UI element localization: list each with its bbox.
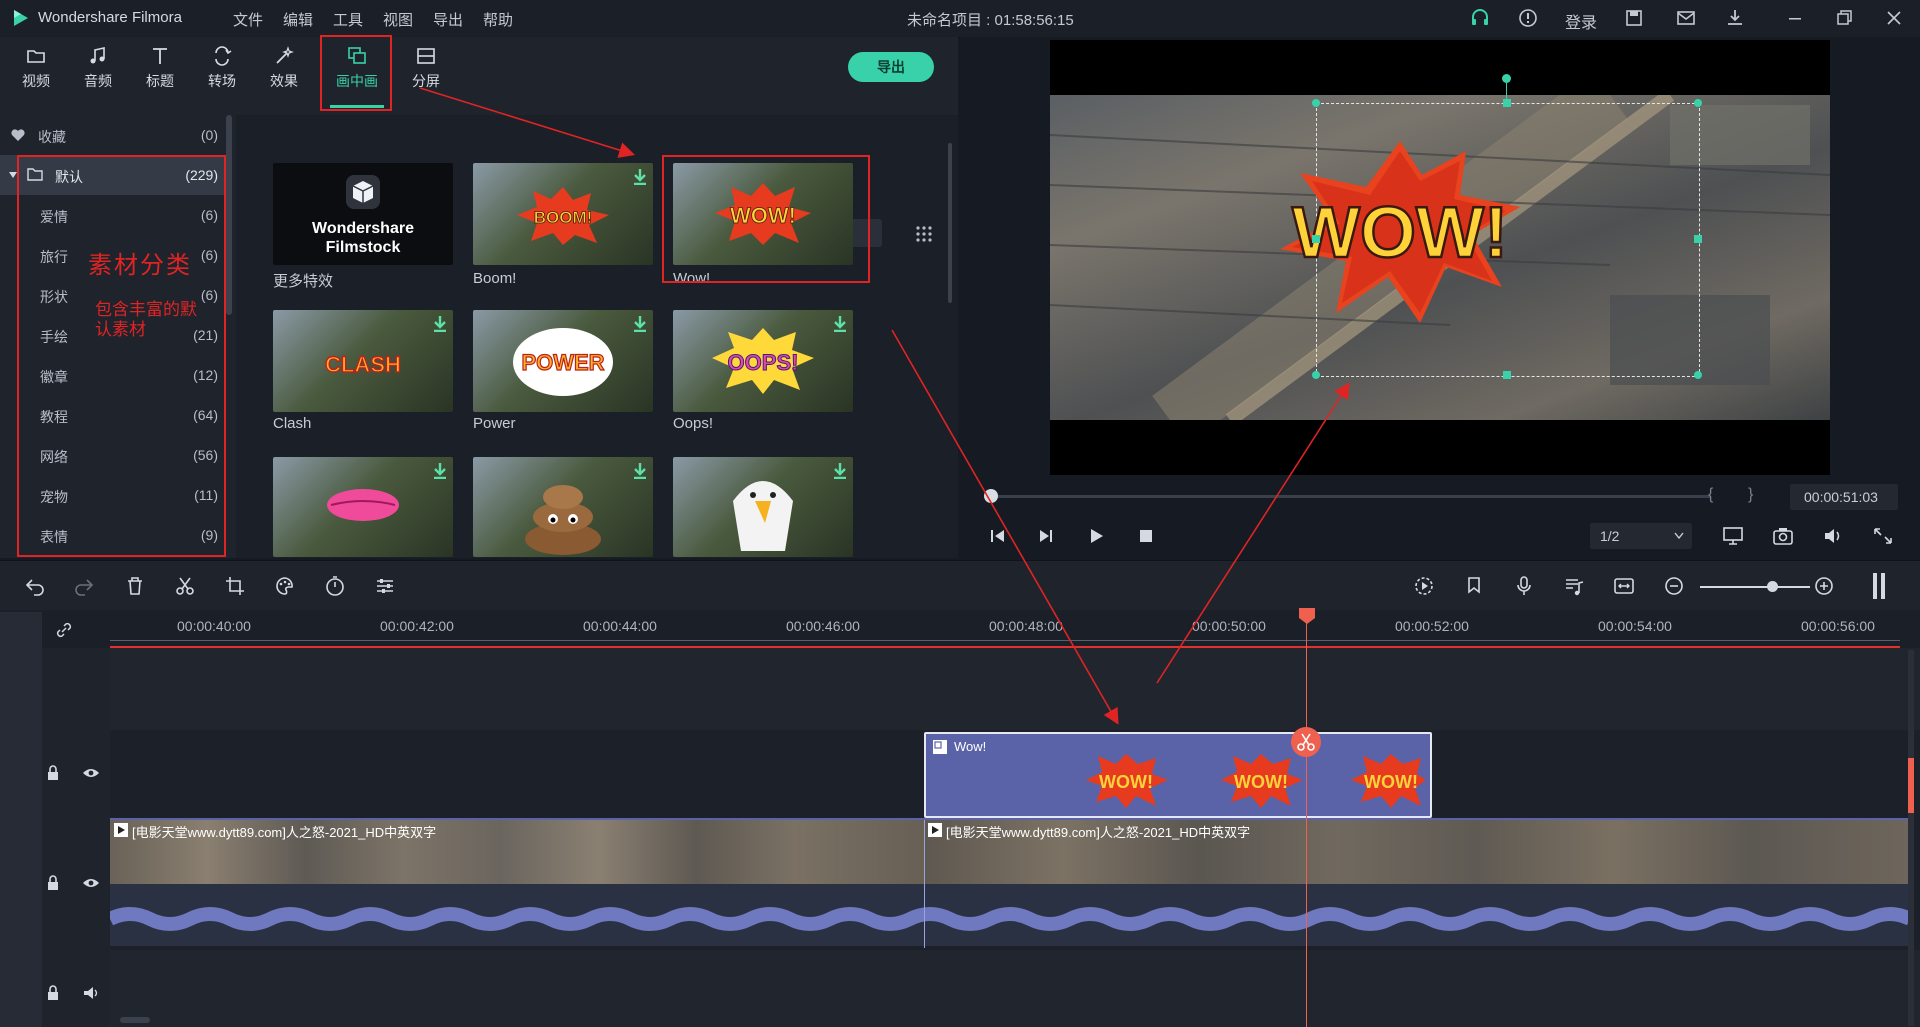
annotation-arrows bbox=[419, 87, 1350, 725]
